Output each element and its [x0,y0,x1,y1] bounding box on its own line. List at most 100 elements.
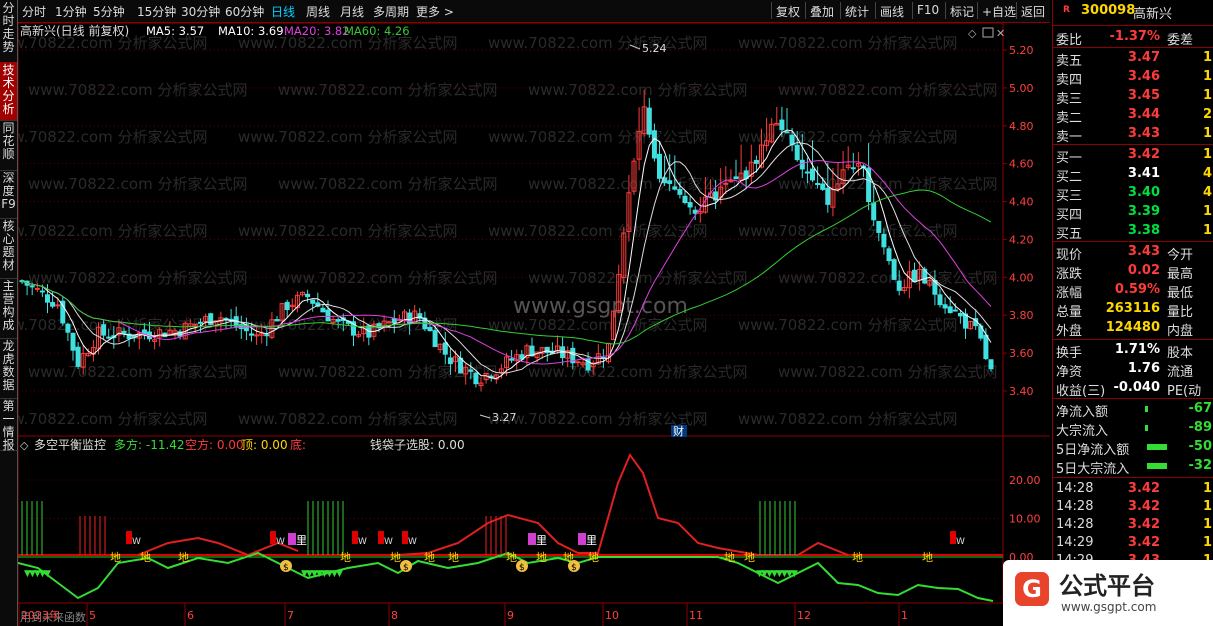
tool-button-7[interactable]: 返回 [1021,3,1045,20]
period-tab-0[interactable]: 分时 [22,3,46,20]
di-marker-label: 地 [390,551,401,564]
ma-legend-0: MA5: 3.57 [146,24,204,38]
tool-button-0[interactable]: 复权 [776,3,800,20]
stock-code: 300098 [1081,3,1136,18]
sidebar-item-4[interactable]: 核心题材 [0,218,17,279]
period-tab-5[interactable]: 60分钟 [225,3,264,20]
sidebar-item-3[interactable]: 深度F9 [0,170,17,219]
indicator-collapse-icon[interactable]: ◇ [20,439,29,452]
period-tab-2[interactable]: 5分钟 [93,3,125,20]
x-tick-label: 2023年 [21,608,60,622]
ask-row: 卖一 3.43 1 [1053,125,1213,145]
watermark-text: www.70822.com 分析家公式网 [28,269,248,287]
x-tick-label: 7 [287,609,294,622]
quote-panel: R 300098 高新兴 委比 -1.37% 委差 卖五 3.47 1 卖四 3.46 1 卖三 3.45… [1003,0,1213,626]
stat-value: 0.59% [1114,282,1160,297]
indicator-tick-label: 10.00 [1009,513,1041,526]
flow-value: -67 [1188,401,1213,416]
period-tab-9[interactable]: 多周期 [373,3,409,20]
close-icon[interactable]: ✕ [996,27,1005,40]
sidebar-item-0[interactable]: 分时走势 [0,0,17,63]
diamond-icon[interactable]: ◇ [968,27,977,40]
quote-header: R 300098 高新兴 [1053,3,1213,22]
money-bag-symbol: $ [519,563,525,573]
signal-arrow: ▼ [44,569,51,579]
sidebar-item-2[interactable]: 同花顺 [0,120,17,171]
watermark-text: www.70822.com 分析家公式网 [238,128,458,146]
bid-label: 买四 [1056,208,1083,223]
toolbar-separator [912,2,913,19]
tool-button-3[interactable]: 画线 [880,3,904,20]
bid-volume: 4 [1202,166,1212,181]
candle-body [60,300,66,324]
period-tab-4[interactable]: 30分钟 [181,3,220,20]
stat-value: 3.43 [1127,244,1160,259]
candle-body [432,330,438,348]
stat-label: 总量 [1056,305,1083,320]
candle-body [223,317,229,320]
tick-time: 14:29 [1056,535,1094,550]
stat2-label: 换手 [1056,346,1083,361]
period-tab-8[interactable]: 月线 [340,3,364,20]
stat-extra-label: 今开 [1167,248,1194,263]
x-tick-label: 11 [689,609,703,622]
stock-name: 高新兴 [1133,7,1173,22]
finance-event-label[interactable]: 财 [673,424,684,438]
candle-body [386,321,392,324]
candle-body [886,248,892,262]
watermark-text: www.70822.com 分析家公式网 [778,363,998,381]
stat2-value: 1.71% [1114,342,1160,357]
stat-extra-label: 内盘 [1167,324,1194,339]
chart-area[interactable]: 5.20 5.00 4.80 4.60 4.40 4.20 4.00 3.80 3.60 3.40… [18,23,1050,626]
ask-row: 卖二 3.44 2 [1053,106,1213,126]
sidebar-item-5[interactable]: 主营构成 [0,278,17,339]
chart-title: 高新兴(日线 前复权) [20,23,129,38]
stat-row: 涨幅 0.59% 最低 [1053,281,1213,301]
tool-button-6[interactable]: +自选 [982,3,1016,20]
tick-time: 14:28 [1056,481,1094,496]
period-tab-7[interactable]: 周线 [306,3,330,20]
stat2-value: 1.76 [1127,361,1160,376]
watermark-text: www.70822.com 分析家公式网 [278,175,498,193]
tool-button-2[interactable]: 统计 [845,3,869,20]
tick-time: 14:28 [1056,499,1094,514]
candle-body [794,144,800,161]
watermark-text: www.70822.com 分析家公式网 [278,363,498,381]
bid-label: 买三 [1056,189,1083,204]
period-tab-10[interactable]: 更多 > [416,3,454,20]
period-tab-3[interactable]: 15分钟 [137,3,176,20]
period-tab-1[interactable]: 1分钟 [55,3,87,20]
li-marker-box [578,533,586,545]
period-tab-6[interactable]: 日线 [271,3,295,20]
candle-body [544,346,550,354]
toolbar-separator [840,2,841,19]
candle-body [45,294,50,303]
flow-bar [1147,463,1167,469]
ask-label: 卖五 [1056,54,1083,69]
tool-button-5[interactable]: 标记 [950,3,974,20]
candle-body [677,189,683,195]
candle-body [335,319,341,322]
candle-body [651,130,657,159]
watermark-text: www.70822.com 分析家公式网 [488,222,708,240]
x-tick-label: 8 [391,609,398,622]
bid-price: 3.39 [1127,204,1160,219]
watermark-text: www.70822.com 分析家公式网 [738,34,958,52]
bid-row: 买三 3.40 4 [1053,184,1213,204]
di-marker-label: 地 [424,551,435,564]
weibi-value: -1.37% [1109,29,1161,44]
candle-body [305,293,311,298]
sidebar-item-6[interactable]: 龙虎数据 [0,338,17,399]
ask-price: 3.47 [1127,50,1160,65]
bid-label: 买一 [1056,151,1083,166]
bid-price: 3.40 [1127,185,1160,200]
sidebar-item-7[interactable]: 第一情报 [0,398,17,452]
tick-price: 3.42 [1127,499,1160,514]
tool-button-4[interactable]: F10 [917,3,939,17]
di-marker-label: 地 [178,551,189,564]
tool-button-1[interactable]: 叠加 [810,3,834,20]
sidebar-item-1[interactable]: 技术分析 [0,62,17,121]
price-tick-label: 4.00 [1009,271,1034,284]
stat-extra-label: 量比 [1167,305,1194,320]
candle-body [912,269,917,283]
